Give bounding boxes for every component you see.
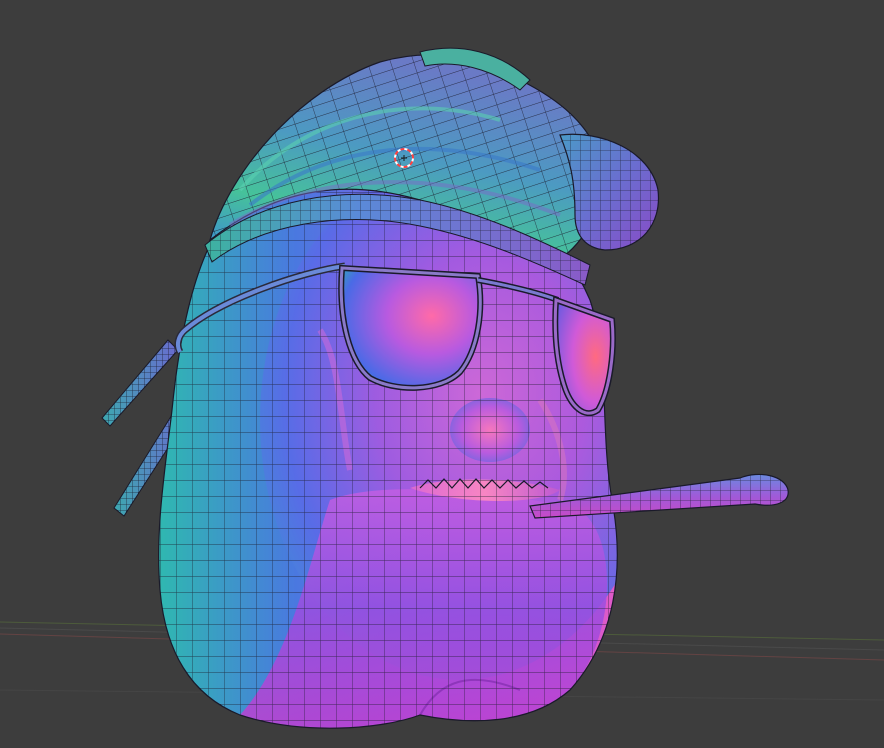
viewport-canvas[interactable] [0, 0, 884, 748]
3d-viewport[interactable] [0, 0, 884, 748]
